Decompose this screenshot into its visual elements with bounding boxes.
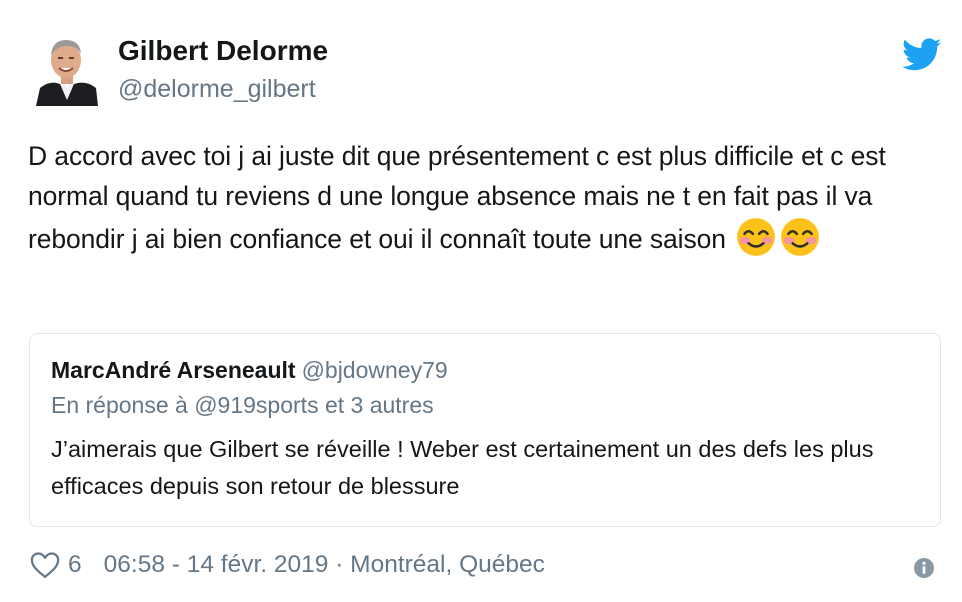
avatar[interactable]: [36, 30, 98, 106]
info-icon[interactable]: [913, 557, 935, 579]
quoted-tweet[interactable]: MarcAndré Arseneault @bjdowney79 En répon…: [29, 333, 941, 527]
like-count[interactable]: 6: [68, 551, 82, 579]
author-display-name[interactable]: Gilbert Delorme: [118, 33, 328, 69]
tweet-timestamp[interactable]: 06:58 - 14 févr. 2019 · Montréal, Québec: [104, 551, 545, 579]
quoted-reply-context: En réponse à @919sports et 3 autres: [51, 392, 434, 418]
tweet-header: Gilbert Delorme @delorme_gilbert: [36, 30, 328, 106]
author-handle[interactable]: @delorme_gilbert: [118, 73, 328, 105]
quoted-tweet-header: MarcAndré Arseneault @bjdowney79: [51, 354, 448, 386]
smiling-face-emoji-icon: [781, 218, 820, 256]
tweet-footer: 6 06:58 - 14 févr. 2019 · Montréal, Québ…: [30, 551, 545, 579]
tweet-text: D accord avec toi j ai juste dit que pré…: [28, 136, 928, 259]
tweet-card: Gilbert Delorme @delorme_gilbert D accor…: [0, 0, 962, 602]
quoted-author-handle: @bjdowney79: [301, 357, 448, 383]
twitter-bird-icon[interactable]: [902, 38, 942, 72]
quoted-tweet-text: J’aimerais que Gilbert se réveille ! Web…: [51, 436, 874, 499]
smiling-face-emoji-icon: [737, 218, 776, 256]
author-names: Gilbert Delorme @delorme_gilbert: [118, 31, 328, 105]
quoted-author-display-name: MarcAndré Arseneault: [51, 357, 296, 383]
heart-icon[interactable]: [30, 551, 60, 579]
